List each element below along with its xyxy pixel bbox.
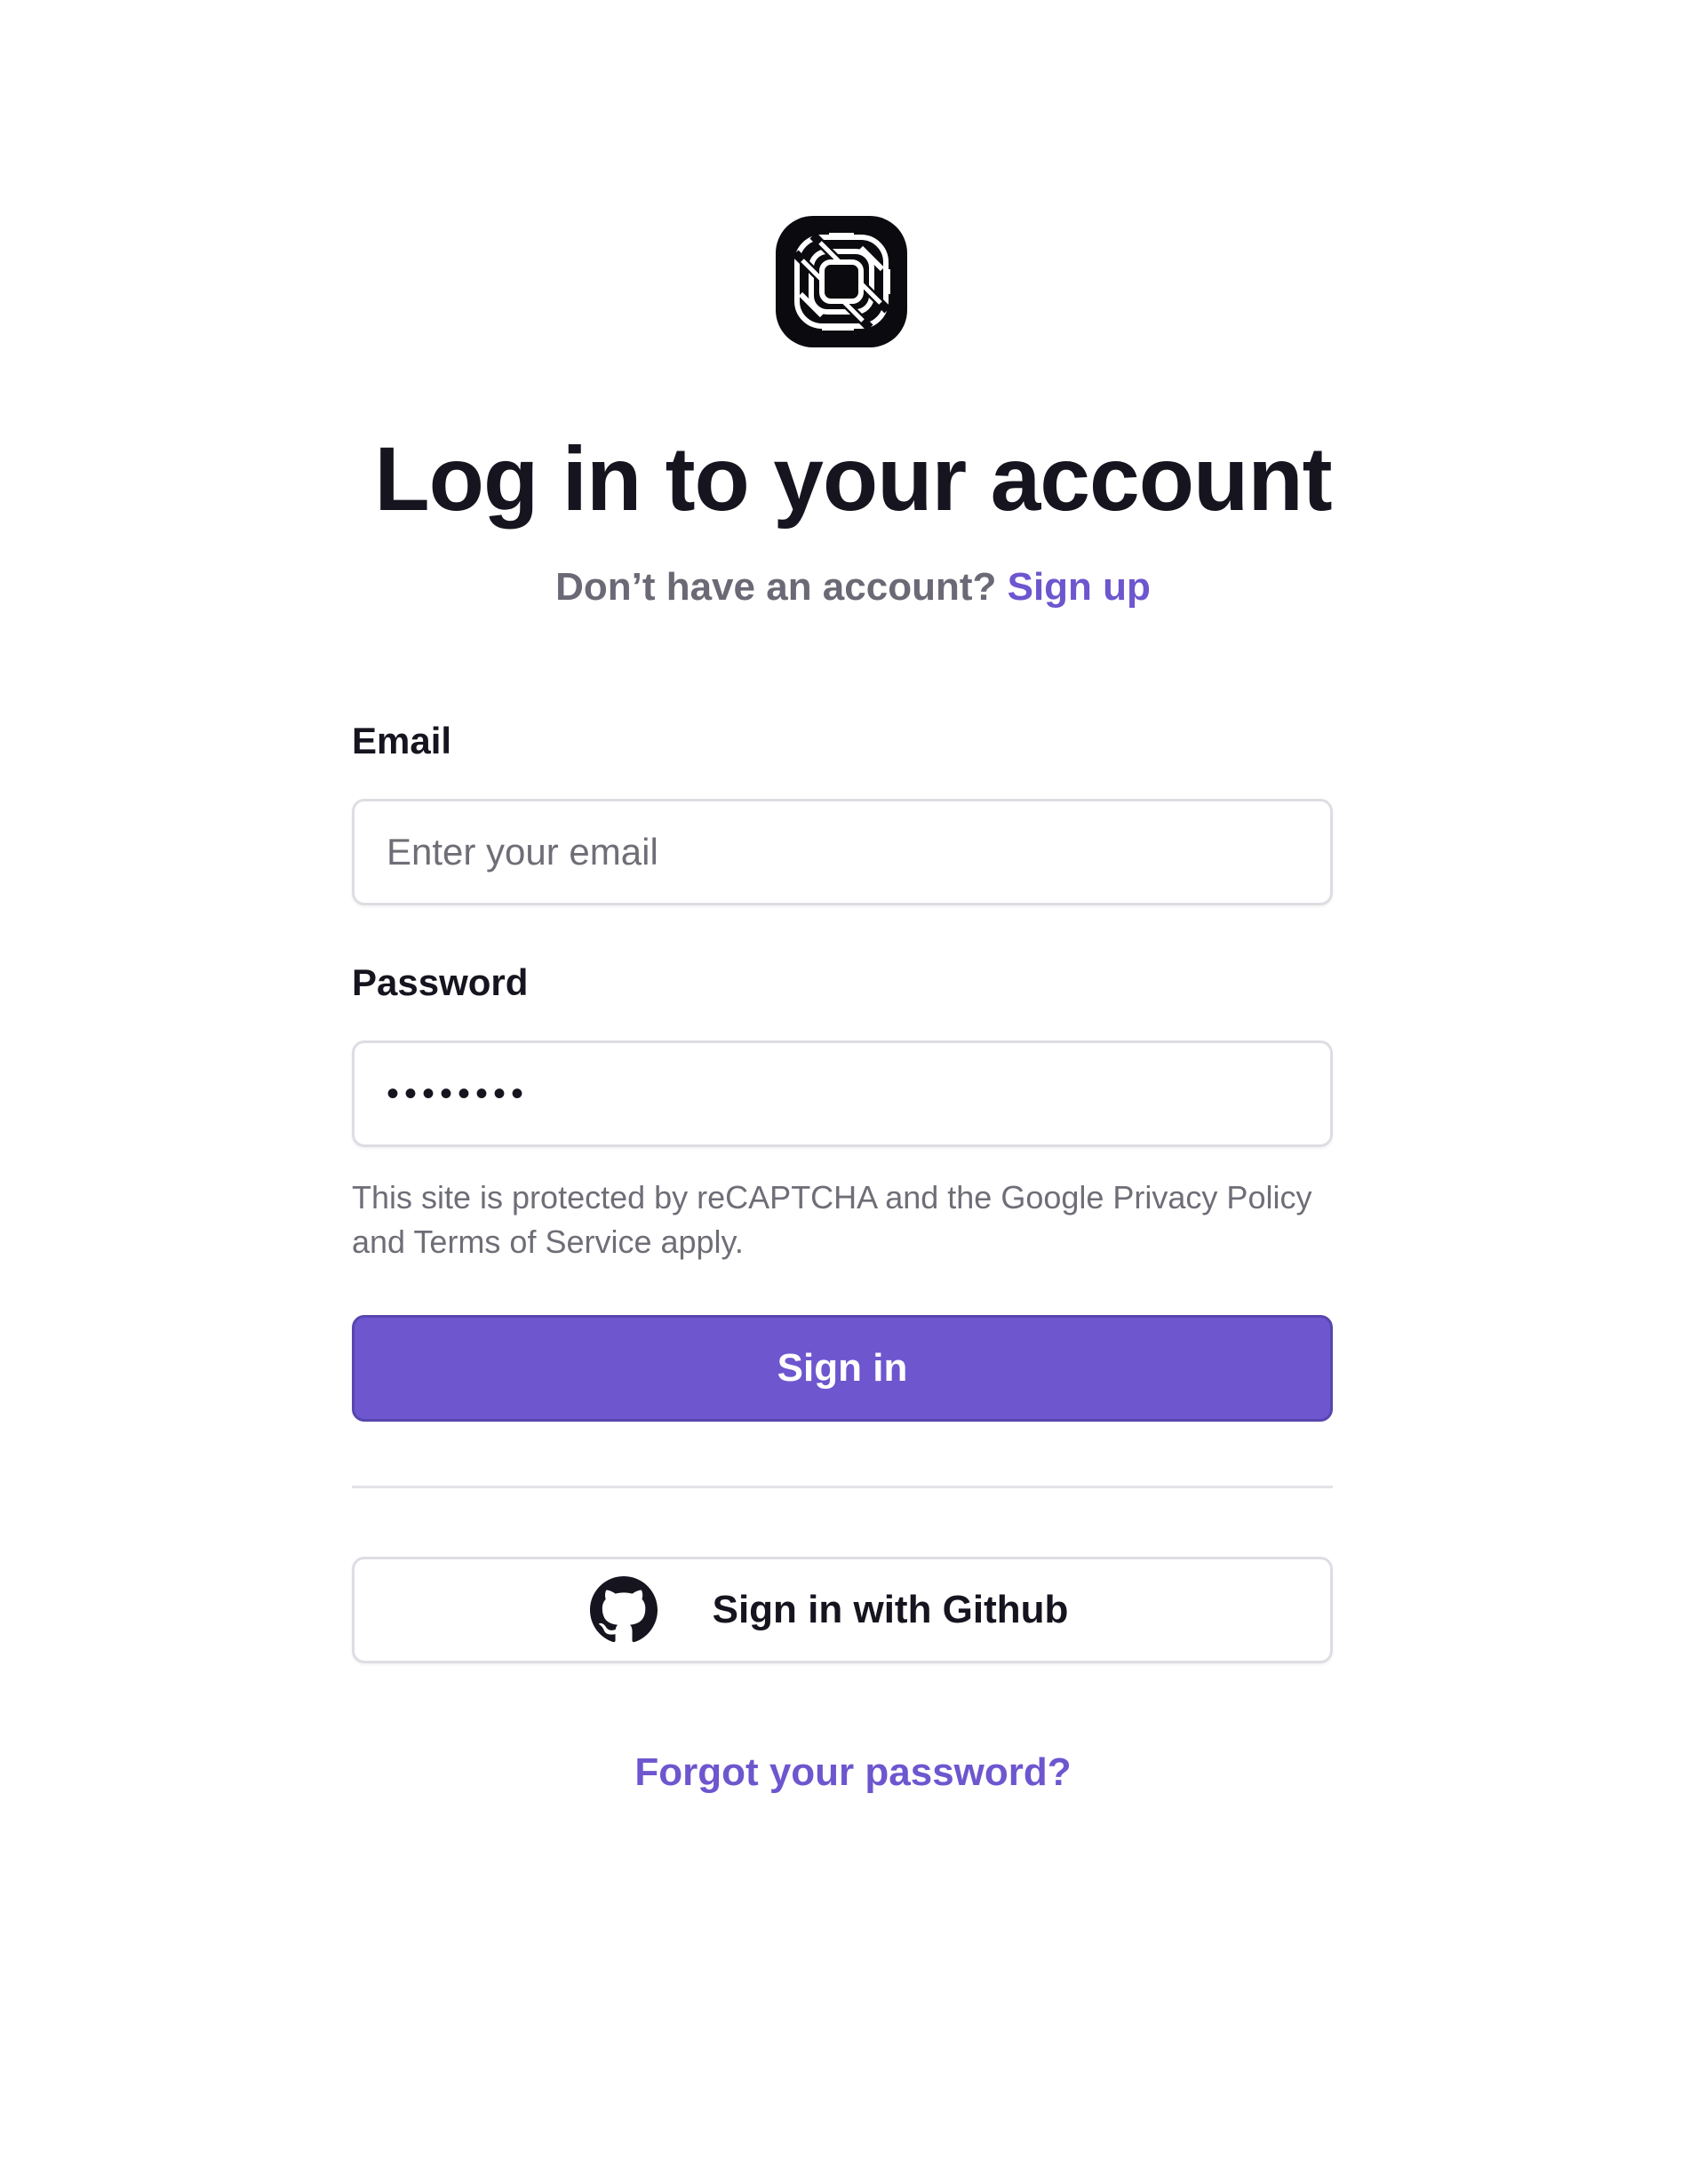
login-page: Log in to your account Don’t have an acc… (0, 0, 1706, 2184)
password-field[interactable] (352, 1040, 1333, 1147)
sign-in-button[interactable]: Sign in (352, 1315, 1333, 1422)
password-label: Password (352, 961, 529, 1003)
github-sign-in-label: Sign in with Github (712, 1588, 1069, 1631)
signup-prompt: Don’t have an account? Sign up (0, 565, 1706, 610)
recaptcha-notice: This site is protected by reCAPTCHA and … (352, 1179, 1312, 1260)
github-sign-in-button[interactable]: Sign in with Github (352, 1557, 1333, 1663)
signup-link[interactable]: Sign up (1008, 565, 1151, 609)
forgot-password-link[interactable]: Forgot your password? (634, 1750, 1071, 1794)
email-label: Email (352, 720, 452, 761)
signup-prompt-text: Don’t have an account? (555, 565, 997, 609)
page-title: Log in to your account (374, 428, 1332, 530)
email-field[interactable] (352, 799, 1333, 905)
app-logo-icon (776, 216, 907, 347)
forgot-password-row: Forgot your password? (0, 1750, 1706, 1795)
github-icon (589, 1576, 658, 1643)
divider (352, 1486, 1333, 1488)
